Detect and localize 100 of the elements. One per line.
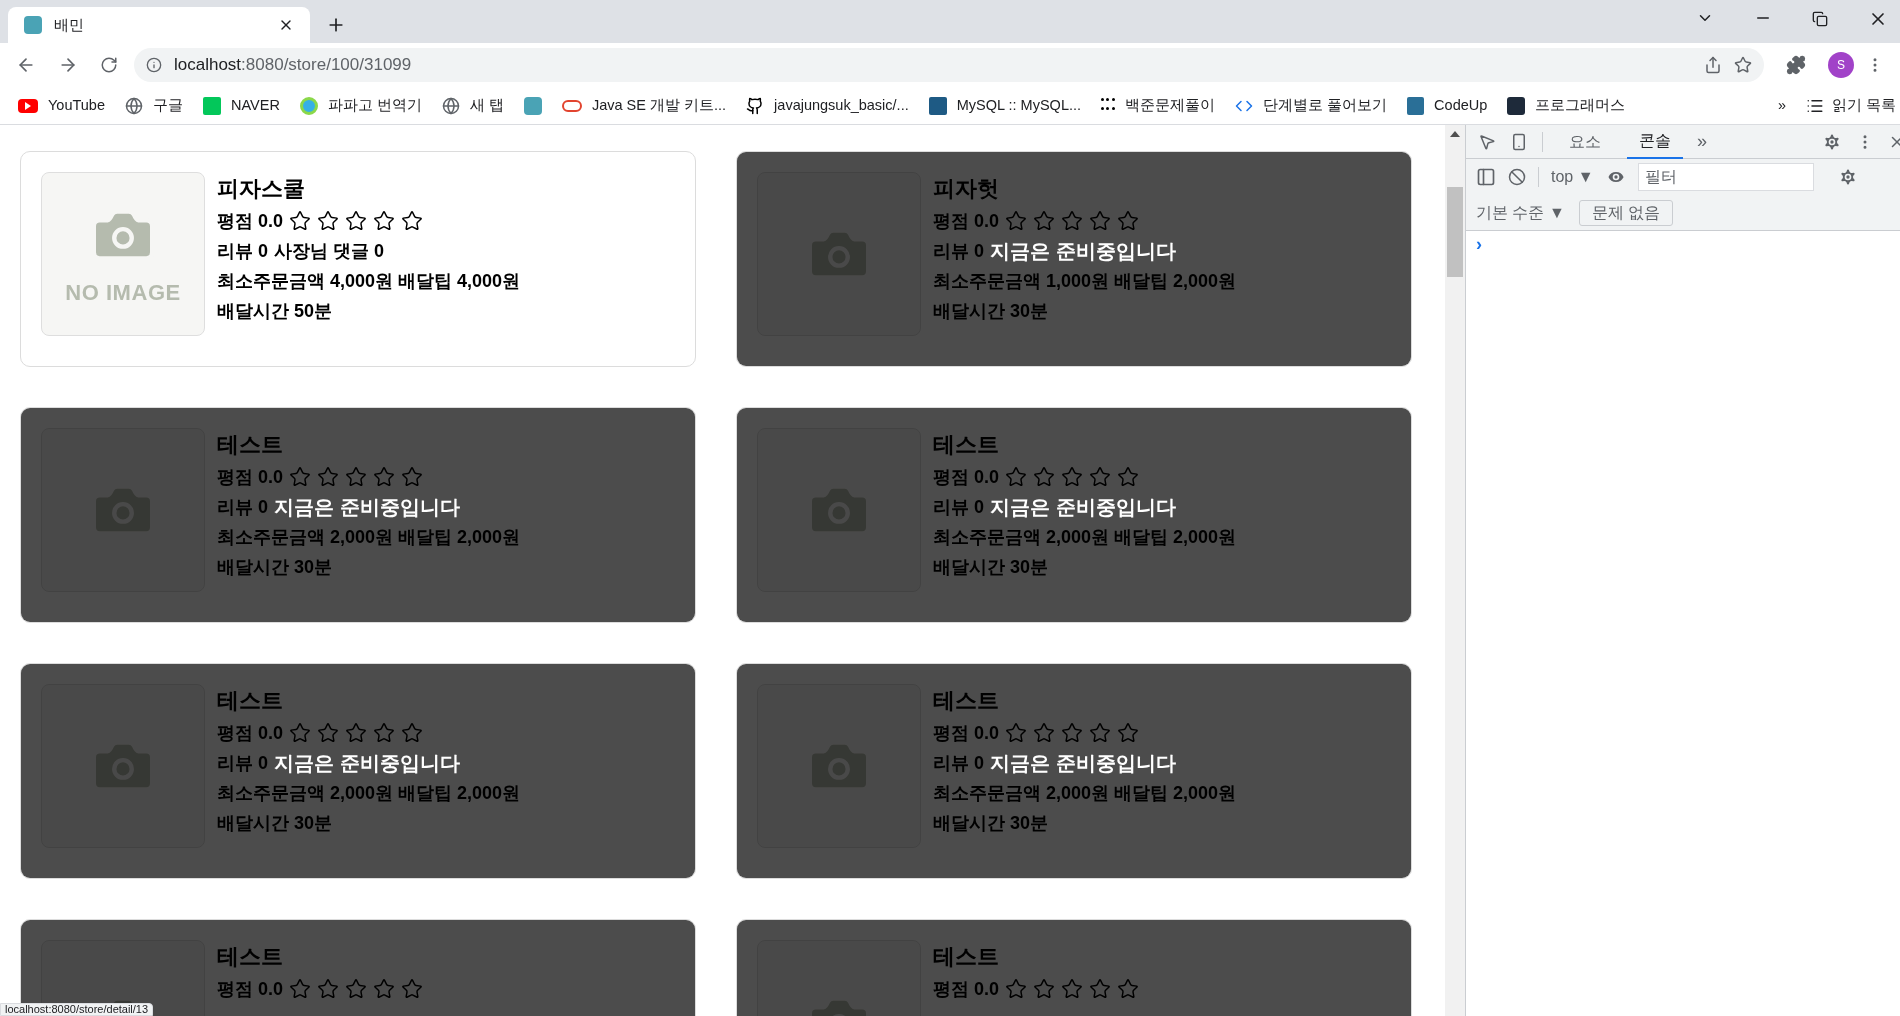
store-name: 테스트 — [217, 431, 284, 459]
closed-message: 지금은 준비중입니다 — [990, 495, 1176, 520]
delivery-time: 배달시간 30분 — [933, 556, 1050, 579]
browser-tab[interactable]: 배민 — [8, 7, 310, 43]
dolphin-logo-icon — [928, 96, 947, 115]
scrollbar[interactable] — [1445, 125, 1465, 1016]
star-icon — [401, 210, 424, 232]
console-prompt: › — [1475, 233, 1483, 256]
status-bar-url: localhost:8080/store/detail/13 — [0, 1003, 154, 1016]
devtools-tab[interactable]: 요소 — [1557, 124, 1613, 159]
share-icon[interactable] — [1704, 56, 1722, 74]
bookmark-item[interactable]: MySQL :: MySQL... — [928, 94, 1082, 117]
star-icon — [345, 210, 368, 232]
store-card[interactable]: 테스트 평점 0.0 리뷰 0 지금은 준비중입니다 최소주문금액 2,000원 배달팁 2,000원 배달시간 30분 — [736, 663, 1412, 879]
rating-label: 평점 0.0 — [933, 978, 1000, 1001]
star-icon — [373, 210, 396, 232]
store-name: 테스트 — [933, 687, 1000, 715]
review-count: 리뷰 0 — [933, 240, 984, 263]
github-icon — [746, 96, 765, 115]
play-logo-icon — [18, 98, 38, 113]
bird-logo-icon — [299, 96, 318, 115]
store-card[interactable]: 테스트 평점 0.0 리뷰 0 지금은 준비중입니다 최소주문금액 2,000원 배달팁 2,000원 배달시간 30분 — [20, 663, 696, 879]
bookmark-item[interactable]: CodeUp — [1407, 94, 1488, 117]
globe-icon — [125, 96, 143, 115]
store-card[interactable]: 피자헛 평점 0.0 리뷰 0 지금은 준비중입니다 최소주문금액 1,000원 배달팁 2,000원 배달시간 30분 — [736, 151, 1412, 367]
review-count: 리뷰 0 — [217, 240, 268, 263]
more-bookmarks-button[interactable]: » — [1777, 94, 1786, 117]
bookmark-item[interactable]: 프로그래머스 — [1507, 94, 1626, 117]
store-name: 피자헛 — [933, 175, 1000, 203]
min-order-text: 최소주문금액 2,000원 배달팁 2,000원 — [933, 782, 1237, 805]
rating-label: 평점 0.0 — [217, 722, 284, 745]
sidebar-toggle-icon[interactable] — [1476, 167, 1496, 187]
app-logo-icon — [523, 96, 542, 115]
bookmark-item[interactable]: NAVER — [203, 94, 280, 117]
url-text: localhost:8080/store/100/31099 — [174, 54, 413, 77]
settings-icon[interactable] — [1822, 131, 1842, 152]
bookmark-item[interactable]: javajungsuk_basic/... — [746, 94, 909, 117]
reading-list-button[interactable]: 읽기 목록 — [1805, 94, 1896, 117]
closed-message: 지금은 준비중입니다 — [274, 495, 460, 520]
bookmark-item[interactable]: Java SE 개발 키트... — [561, 94, 727, 117]
bookmark-star-icon[interactable] — [1734, 56, 1752, 74]
delivery-time: 배달시간 30분 — [933, 300, 1050, 323]
closed-message: 지금은 준비중입니다 — [990, 239, 1176, 264]
bookmark-item[interactable] — [523, 96, 542, 115]
owner-reply-count: 사장님 댓글 0 — [274, 240, 385, 263]
context-dropdown[interactable]: top ▼ — [1551, 165, 1594, 189]
delivery-time: 배달시간 30분 — [217, 812, 334, 835]
log-levels-dropdown[interactable]: 기본 수준 ▼ — [1476, 200, 1565, 225]
rating-label: 평점 0.0 — [933, 466, 1000, 489]
store-name: 테스트 — [217, 943, 284, 971]
site-favicon-icon — [24, 16, 42, 34]
globe-icon — [441, 96, 460, 115]
tab-title: 배민 — [54, 14, 85, 35]
more-tabs-button[interactable]: » — [1697, 128, 1707, 155]
min-order-text: 최소주문금액 4,000원 배달팁 4,000원 — [217, 270, 521, 293]
info-icon[interactable] — [146, 57, 162, 73]
device-toolbar-icon[interactable] — [1510, 132, 1528, 151]
closed-message: 지금은 준비중입니다 — [990, 751, 1176, 776]
star-icon — [289, 210, 312, 232]
clear-console-icon[interactable] — [1508, 168, 1526, 186]
store-card[interactable]: NO IMAGE 피자스쿨 평점 0.0 리뷰 0 사장님 댓글 0 최소주문금액 4,000원 배달팁 4,000원 배달시간 50분 — [20, 151, 696, 367]
delivery-time: 배달시간 30분 — [933, 812, 1050, 835]
square-logo-icon — [1507, 96, 1526, 115]
store-card[interactable]: 테스트 평점 0.0 리뷰 0 지금은 준비중입니다 최소주문금액 2,000원 배달팁 2,000원 배달시간 30분 — [736, 407, 1412, 623]
rating-label: 평점 0.0 — [933, 722, 1000, 745]
bookmark-item[interactable]: 새 탭 — [441, 94, 504, 117]
bookmark-item[interactable]: 파파고 번역기 — [299, 94, 422, 117]
profile-avatar[interactable]: S — [1828, 52, 1854, 78]
address-bar[interactable]: localhost:8080/store/100/31099 — [134, 48, 1764, 82]
bookmark-item[interactable]: YouTube — [18, 94, 105, 117]
bookmark-item[interactable]: 단계별로 풀어보기 — [1235, 94, 1388, 117]
rating-label: 평점 0.0 — [217, 210, 284, 233]
store-name: 피자스쿨 — [217, 175, 306, 203]
delivery-time: 배달시간 30분 — [217, 556, 334, 579]
store-name: 테스트 — [933, 943, 1000, 971]
closed-message: 지금은 준비중입니다 — [274, 751, 460, 776]
inspect-icon[interactable] — [1478, 132, 1496, 151]
restore-icon[interactable] — [1812, 11, 1828, 27]
filter-input[interactable]: 필터 — [1637, 163, 1814, 191]
extensions-icon[interactable] — [1786, 55, 1806, 75]
rating-label: 평점 0.0 — [217, 978, 284, 1001]
review-count: 리뷰 0 — [217, 496, 268, 519]
bookmark-item[interactable]: 백준문제풀이 — [1101, 94, 1216, 117]
min-order-text: 최소주문금액 2,000원 배달팁 2,000원 — [217, 782, 521, 805]
review-count: 리뷰 0 — [933, 752, 984, 775]
no-image-label: NO IMAGE — [65, 278, 181, 307]
min-order-text: 최소주문금액 2,000원 배달팁 2,000원 — [217, 526, 521, 549]
reload-icon[interactable] — [100, 56, 118, 74]
rating-label: 평점 0.0 — [217, 466, 284, 489]
bookmark-item[interactable]: 구글 — [125, 94, 183, 117]
review-count: 리뷰 0 — [933, 496, 984, 519]
issues-button[interactable]: 문제 없음 — [1578, 199, 1674, 226]
min-order-text: 최소주문금액 2,000원 배달팁 2,000원 — [933, 526, 1237, 549]
oval-logo-icon — [561, 99, 582, 112]
min-order-text: 최소주문금액 1,000원 배달팁 2,000원 — [933, 270, 1237, 293]
delivery-time: 배달시간 50분 — [217, 300, 334, 323]
store-card[interactable]: 테스트 평점 0.0 리뷰 0 지금은 준비중입니다 최소주문금액 2,000원 배달팁 2,000원 배달시간 30분 — [20, 407, 696, 623]
review-count: 리뷰 0 — [217, 752, 268, 775]
c-logo-icon — [1407, 96, 1425, 115]
store-name: 테스트 — [217, 687, 284, 715]
